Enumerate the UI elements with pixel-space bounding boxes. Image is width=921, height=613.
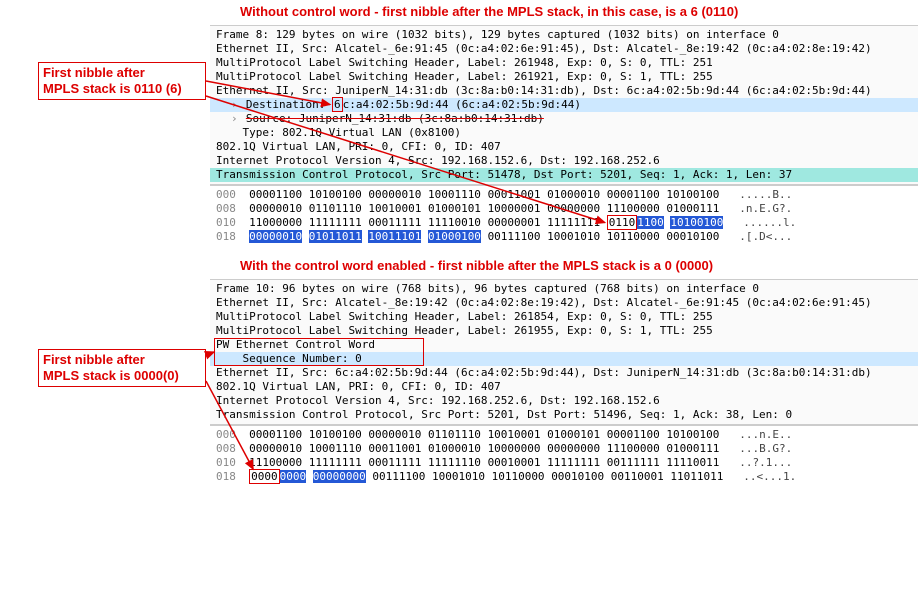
detail-row[interactable]: Transmission Control Protocol, Src Port:… <box>210 168 918 182</box>
section2-packet-bytes[interactable]: 000 00001100 10100100 00000010 01101110 … <box>210 425 918 486</box>
detail-row[interactable]: MultiProtocol Label Switching Header, La… <box>210 56 918 70</box>
hex-row[interactable]: 000 00001100 10100100 00000010 10001110 … <box>210 188 918 202</box>
expander-icon[interactable]: › <box>229 112 239 126</box>
detail-row[interactable]: Internet Protocol Version 4, Src: 192.16… <box>210 154 918 168</box>
detail-row[interactable]: Type: 802.1Q Virtual LAN (0x8100) <box>210 126 918 140</box>
section1-packet-bytes[interactable]: 000 00001100 10100100 00000010 10001110 … <box>210 185 918 246</box>
detail-row[interactable]: MultiProtocol Label Switching Header, La… <box>210 310 918 324</box>
detail-row[interactable]: 802.1Q Virtual LAN, PRI: 0, CFI: 0, ID: … <box>210 140 918 154</box>
highlighted-nibble: 6 <box>332 97 343 112</box>
detail-row[interactable]: Sequence Number: 0 <box>210 352 918 366</box>
section2-packet-details[interactable]: Frame 10: 96 bytes on wire (768 bits), 9… <box>210 279 918 425</box>
highlighted-nibble: 0110 <box>607 215 638 230</box>
hex-row[interactable]: 018 00000010 01011011 10011101 01000100 … <box>210 230 918 244</box>
section1-packet-details[interactable]: Frame 8: 129 bytes on wire (1032 bits), … <box>210 25 918 185</box>
detail-row[interactable]: › Source: JuniperN_14:31:db (3c:8a:b0:14… <box>210 112 918 126</box>
section1-caption: First nibble afterMPLS stack is 0110 (6) <box>38 62 206 100</box>
detail-row[interactable]: Ethernet II, Src: Alcatel-_8e:19:42 (0c:… <box>210 296 918 310</box>
detail-row[interactable]: MultiProtocol Label Switching Header, La… <box>210 70 918 84</box>
detail-row[interactable]: Ethernet II, Src: 6c:a4:02:5b:9d:44 (6c:… <box>210 366 918 380</box>
detail-row[interactable]: MultiProtocol Label Switching Header, La… <box>210 324 918 338</box>
section2-caption: First nibble afterMPLS stack is 0000(0) <box>38 349 206 387</box>
detail-row[interactable]: Frame 10: 96 bytes on wire (768 bits), 9… <box>210 282 918 296</box>
section2-title: With the control word enabled - first ni… <box>0 254 921 279</box>
hex-row[interactable]: 008 00000010 10001110 00011001 01000010 … <box>210 442 918 456</box>
detail-row[interactable]: 802.1Q Virtual LAN, PRI: 0, CFI: 0, ID: … <box>210 380 918 394</box>
hex-row[interactable]: 000 00001100 10100100 00000010 01101110 … <box>210 428 918 442</box>
detail-row[interactable]: › Destination: 6c:a4:02:5b:9d:44 (6c:a4:… <box>210 98 918 112</box>
detail-row[interactable]: Ethernet II, Src: JuniperN_14:31:db (3c:… <box>210 84 918 98</box>
hex-row[interactable]: 010 11000000 11111111 00011111 11110010 … <box>210 216 918 230</box>
hex-row[interactable]: 018 00000000 00000000 00111100 10001010 … <box>210 470 918 484</box>
hex-row[interactable]: 008 00000010 01101110 10010001 01000101 … <box>210 202 918 216</box>
detail-row[interactable]: Internet Protocol Version 4, Src: 192.16… <box>210 394 918 408</box>
detail-row[interactable]: Transmission Control Protocol, Src Port:… <box>210 408 918 422</box>
detail-row[interactable]: Frame 8: 129 bytes on wire (1032 bits), … <box>210 28 918 42</box>
expander-icon[interactable]: › <box>229 98 239 112</box>
detail-row[interactable]: PW Ethernet Control Word <box>210 338 918 352</box>
section1-title: Without control word - first nibble afte… <box>0 0 921 25</box>
hex-row[interactable]: 010 11100000 11111111 00011111 11111110 … <box>210 456 918 470</box>
detail-row[interactable]: Ethernet II, Src: Alcatel-_6e:91:45 (0c:… <box>210 42 918 56</box>
highlighted-nibble: 0000 <box>249 469 280 484</box>
